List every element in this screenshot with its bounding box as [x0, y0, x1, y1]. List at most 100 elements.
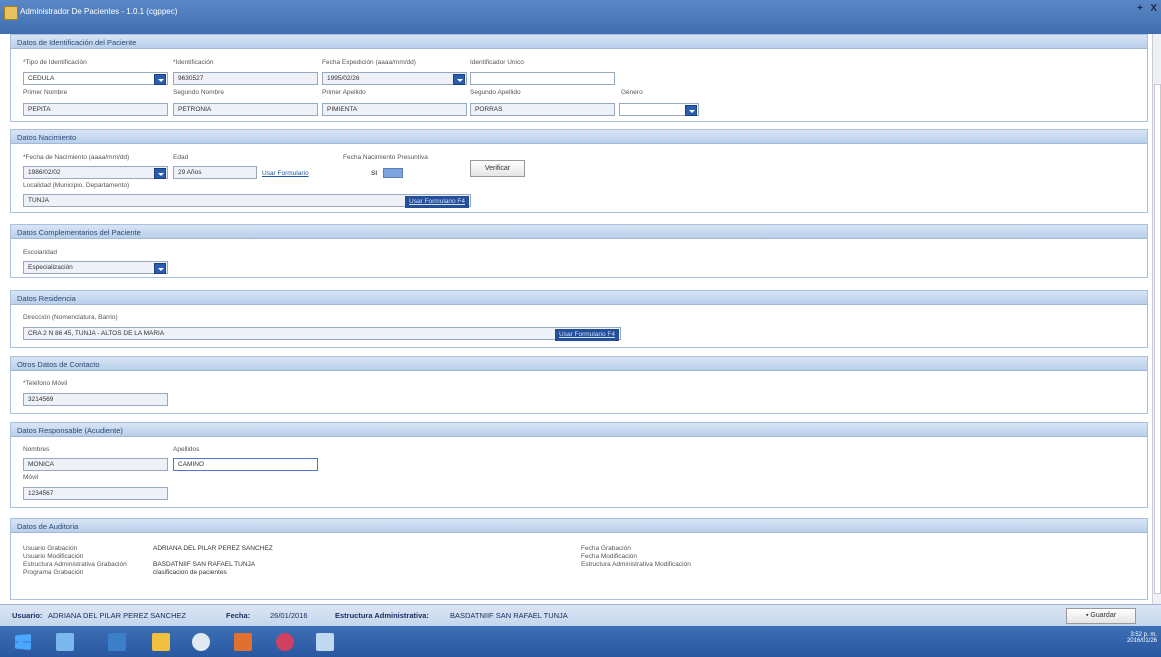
fecha-grabacion-label: Fecha Grabación — [581, 545, 631, 552]
system-tray: 3:52 p. m. 2016/01/26 — [1127, 632, 1157, 644]
usar-formulario-f4-link[interactable]: Usar Formulario F4 — [405, 196, 469, 208]
estructura-status-value: BASDATNIIF SAN RAFAEL TUNJA — [450, 611, 568, 620]
taskbar-app-1[interactable] — [48, 629, 82, 655]
identificacion-input[interactable]: 9630527 — [173, 72, 318, 85]
usuario-modificacion-label: Usuario Modificación — [23, 553, 84, 560]
guardar-button[interactable]: ▪ Guardar — [1066, 608, 1136, 624]
edad-input[interactable]: 29 Años — [173, 166, 257, 179]
direccion-input[interactable]: CRA 2 N 86 45, TUNJA - ALTOS DE LA MARIA… — [23, 327, 621, 341]
primer-apellido-label: Primer Apellido — [322, 89, 366, 96]
section-auditoria: Datos de Auditoria Usuario Grabación ADR… — [10, 518, 1148, 600]
fecha-nacimiento-input[interactable]: 1986/02/02 — [23, 166, 168, 179]
fecha-expedicion-label: Fecha Expedición (aaaa/mm/dd) — [322, 59, 416, 66]
estructura-grabacion-value: BASDATNIIF SAN RAFAEL TUNJA — [153, 561, 256, 568]
clock-date: 2016/01/26 — [1126, 638, 1157, 644]
window-titlebar: Administrador De Pacientes - 1.0.1 (cgpp… — [0, 0, 1161, 34]
taskbar-app-6[interactable] — [268, 629, 302, 655]
windows-icon — [15, 634, 31, 650]
computer-icon — [56, 633, 74, 651]
programa-grabacion-label: Programa Grabación — [23, 569, 84, 576]
direccion-value: CRA 2 N 86 45, TUNJA - ALTOS DE LA MARIA — [28, 330, 165, 337]
genero-label: Género — [621, 89, 643, 96]
identificador-unico-input[interactable] — [470, 72, 615, 85]
section-header: Datos Residencia — [11, 291, 1147, 305]
escolaridad-value: Especialización — [28, 264, 73, 271]
fecha-modificacion-label: Fecha Modificación — [581, 553, 637, 560]
usuario-grabacion-label: Usuario Grabación — [23, 545, 78, 552]
genero-select[interactable] — [619, 103, 699, 116]
segundo-nombre-label: Segundo Nombre — [173, 89, 224, 96]
fecha-nacimiento-value: 1986/02/02 — [28, 169, 61, 176]
usuario-status-value: ADRIANA DEL PILAR PEREZ SANCHEZ — [48, 611, 187, 620]
section-residencia: Datos Residencia Dirección (Nomenclatura… — [10, 290, 1148, 348]
tipo-id-value: CEDULA — [28, 75, 55, 82]
section-identificacion: Datos de Identificación del Paciente *Ti… — [10, 34, 1148, 122]
app-window-icon — [316, 633, 334, 651]
browser-icon — [276, 633, 294, 651]
escolaridad-select[interactable]: Especialización — [23, 261, 168, 274]
tipo-id-select[interactable]: CEDULA — [23, 72, 168, 85]
primer-nombre-label: Primer Nombre — [23, 89, 68, 96]
taskbar-app-2[interactable] — [100, 629, 134, 655]
nombres-input[interactable]: MONICA — [23, 458, 168, 471]
chevron-down-icon[interactable] — [685, 105, 697, 116]
fecha-expedicion-input[interactable]: 1995/02/26 — [322, 72, 467, 85]
section-header: Datos Responsable (Acudiente) — [11, 423, 1147, 437]
section-header: Datos de Identificación del Paciente — [11, 35, 1147, 49]
calendar-icon[interactable] — [453, 74, 465, 85]
verificar-button[interactable]: Verificar — [470, 160, 525, 177]
telefono-input[interactable]: 3214569 — [23, 393, 168, 406]
media-icon — [192, 633, 210, 651]
presuntiva-toggle[interactable] — [383, 168, 403, 178]
taskbar-app-5[interactable] — [226, 629, 260, 655]
primer-nombre-input[interactable]: PEPITA — [23, 103, 168, 116]
taskbar-app-7[interactable] — [308, 629, 342, 655]
usar-formulario-link[interactable]: Usar Formulario — [262, 170, 309, 177]
app-icon — [4, 6, 18, 20]
section-header: Datos Complementarios del Paciente — [11, 225, 1147, 239]
taskbar: 3:52 p. m. 2016/01/26 — [0, 626, 1161, 657]
nombres-label: Nombres — [23, 446, 50, 453]
usar-formulario-f4-link[interactable]: Usar Formulario F4 — [555, 329, 619, 341]
segundo-apellido-label: Segundo Apellido — [470, 89, 521, 96]
apellidos-label: Apellidos — [173, 446, 200, 453]
fecha-nacimiento-label: *Fecha de Nacimiento (aaaa/mm/dd) — [23, 154, 130, 161]
start-button[interactable] — [6, 629, 40, 655]
close-button[interactable]: X — [1150, 3, 1157, 14]
tipo-id-label: *Tipo de Identificación — [23, 59, 87, 66]
direccion-label: Dirección (Nomenclatura, Barrio) — [23, 314, 118, 321]
scrollbar-thumb[interactable] — [1154, 84, 1161, 594]
si-label: SI — [371, 170, 378, 177]
primer-apellido-input[interactable]: PIMIENTA — [322, 103, 467, 116]
fecha-expedicion-value: 1995/02/26 — [327, 75, 360, 82]
segundo-nombre-input[interactable]: PETRONIA — [173, 103, 318, 116]
section-header: Datos de Auditoria — [11, 519, 1147, 533]
apellidos-input[interactable]: CAMINO — [173, 458, 318, 471]
chevron-down-icon[interactable] — [154, 263, 166, 274]
vertical-scrollbar[interactable] — [1152, 34, 1161, 604]
usuario-grabacion-value: ADRIANA DEL PILAR PEREZ SANCHEZ — [153, 545, 273, 552]
estructura-modificacion-label: Estructura Administrativa Modificación — [581, 561, 691, 568]
localidad-value: TUNJA — [28, 197, 49, 204]
fecha-status-value: 26/01/2016 — [270, 611, 308, 620]
taskbar-app-3[interactable] — [144, 629, 178, 655]
localidad-input[interactable]: TUNJA Usar Formulario F4 — [23, 194, 471, 208]
identificacion-label: *Identificación — [173, 59, 214, 66]
segundo-apellido-input[interactable]: PORRAS — [470, 103, 615, 116]
identificador-unico-label: Identificador Unico — [470, 59, 524, 66]
section-contacto: Otros Datos de Contacto *Teléfono Móvil … — [10, 356, 1148, 414]
folder-icon — [152, 633, 170, 651]
fecha-presuntiva-label: Fecha Nacimiento Presuntiva — [343, 154, 428, 161]
pin-icon[interactable]: + — [1137, 3, 1143, 14]
fecha-status-label: Fecha: — [226, 611, 251, 620]
movil-input[interactable]: 1234567 — [23, 487, 168, 500]
guardar-label: Guardar — [1090, 612, 1117, 619]
chevron-down-icon[interactable] — [154, 74, 166, 85]
taskbar-app-4[interactable] — [184, 629, 218, 655]
edad-label: Edad — [173, 154, 189, 161]
powerpoint-icon — [234, 633, 252, 651]
calendar-icon[interactable] — [154, 168, 166, 179]
section-complementarios: Datos Complementarios del Paciente Escol… — [10, 224, 1148, 278]
programa-grabacion-value: clasificacion de pacientes — [153, 569, 227, 576]
localidad-label: Localidad (Municipio, Departamento) — [23, 182, 130, 189]
